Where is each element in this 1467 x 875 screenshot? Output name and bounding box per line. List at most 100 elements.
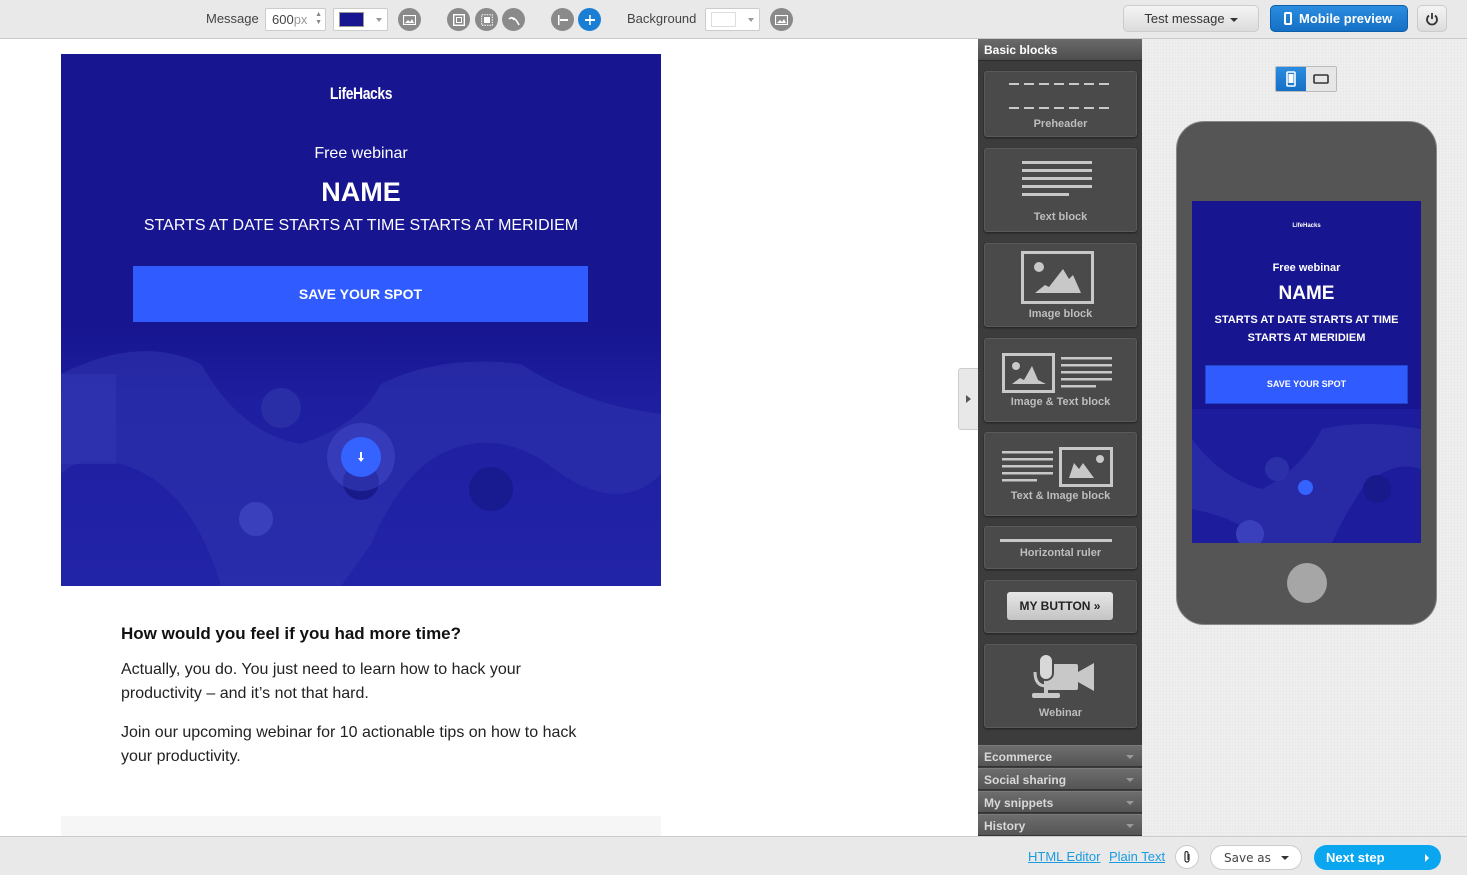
save-your-spot-button[interactable]: SAVE YOUR SPOT — [133, 266, 588, 322]
chevron-down-icon — [1126, 801, 1134, 805]
section-social-sharing[interactable]: Social sharing — [978, 768, 1142, 790]
message-color-picker[interactable] — [333, 8, 388, 31]
align-center-icon — [584, 14, 595, 25]
background-color-picker[interactable] — [705, 8, 760, 31]
power-icon — [1426, 12, 1438, 25]
basic-blocks-header[interactable]: Basic blocks — [978, 39, 1142, 61]
phone-screen: LifeHacks Free webinar NAME STARTS AT DA… — [1192, 201, 1421, 543]
block-text-image[interactable]: Text & Image block — [984, 432, 1137, 516]
background-label: Background — [627, 11, 697, 26]
section-ecommerce[interactable]: Ecommerce — [978, 745, 1142, 767]
section-my-snippets[interactable]: My snippets — [978, 791, 1142, 813]
preview-title: NAME — [1278, 283, 1335, 304]
border-inner-button[interactable] — [475, 8, 498, 31]
body-heading: How would you feel if you had more time? — [121, 624, 462, 643]
ruler-icon — [1000, 539, 1112, 542]
next-section-strip[interactable] — [61, 816, 661, 836]
preview-scroll-button — [1298, 480, 1313, 495]
phone-icon — [1284, 12, 1292, 25]
block-image[interactable]: Image block — [984, 243, 1137, 327]
image-text-icon — [1002, 353, 1112, 393]
chevron-down-icon — [1281, 856, 1289, 860]
block-text[interactable]: Text block — [984, 148, 1137, 232]
body-paragraph: Actually, you do. You just need to learn… — [121, 661, 521, 702]
orientation-toggle — [1275, 66, 1337, 92]
next-step-label: Next step — [1326, 850, 1385, 865]
border-inner-icon — [480, 13, 493, 26]
next-step-button[interactable]: Next step — [1314, 845, 1441, 870]
email-canvas: LifeHacks Free webinar NAME STARTS AT DA… — [0, 39, 978, 836]
top-toolbar: Message 600px ▲ ▼ Background Test message… — [0, 0, 1467, 39]
hero-section[interactable]: LifeHacks Free webinar NAME STARTS AT DA… — [61, 54, 661, 586]
scroll-down-button[interactable] — [341, 437, 381, 477]
section-label: Ecommerce — [984, 750, 1053, 764]
hero-title: NAME — [321, 177, 401, 207]
plain-text-link[interactable]: Plain Text — [1109, 849, 1165, 864]
border-outer-icon — [452, 13, 465, 26]
exit-button[interactable] — [1417, 5, 1447, 32]
chevron-down-icon — [748, 18, 754, 22]
portrait-button[interactable] — [1276, 67, 1306, 91]
block-image-text[interactable]: Image & Text block — [984, 338, 1137, 422]
width-stepper[interactable]: ▲ ▼ — [315, 11, 322, 27]
section-label: History — [984, 819, 1026, 833]
block-horizontal-ruler[interactable]: Horizontal ruler — [984, 526, 1137, 569]
preview-logo: LifeHacks — [1292, 223, 1321, 229]
paperclip-icon — [1184, 850, 1190, 863]
mobile-preview-label: Mobile preview — [1299, 11, 1393, 26]
align-center-button[interactable] — [578, 8, 601, 31]
test-message-button[interactable]: Test message — [1123, 5, 1259, 32]
caret-right-icon — [1425, 854, 1429, 862]
chevron-down-icon — [1126, 755, 1134, 759]
image-icon — [1021, 251, 1094, 304]
message-label: Message — [206, 11, 259, 26]
preheader-icon — [1009, 83, 1113, 109]
block-button[interactable]: MY BUTTON » — [984, 580, 1137, 633]
background-image-button[interactable] — [770, 8, 793, 31]
image-icon — [403, 14, 416, 25]
align-left-icon — [557, 14, 568, 25]
phone-landscape-icon — [1313, 74, 1329, 84]
chevron-down-icon — [1229, 17, 1238, 22]
block-label: Webinar — [1038, 707, 1083, 719]
block-preheader[interactable]: Preheader — [984, 71, 1137, 137]
chevron-down-icon — [1126, 778, 1134, 782]
section-history[interactable]: History — [978, 814, 1142, 836]
hero-datetime: STARTS AT DATE STARTS AT TIME STARTS AT … — [143, 217, 579, 234]
bottom-bar: HTML Editor Plain Text Save as Next step — [0, 836, 1467, 875]
mobile-preview-panel: LifeHacks Free webinar NAME STARTS AT DA… — [1142, 39, 1467, 836]
message-bg-image-button[interactable] — [398, 8, 421, 31]
block-webinar[interactable]: Webinar — [984, 644, 1137, 728]
webinar-camera-mic-icon — [1032, 654, 1094, 698]
body-paragraph: Join our upcoming webinar for 10 actiona… — [121, 724, 577, 765]
collapse-panel-toggle[interactable] — [958, 368, 978, 430]
width-unit: px — [293, 12, 308, 27]
save-as-dropdown[interactable]: Save as — [1210, 845, 1302, 870]
mobile-preview-button[interactable]: Mobile preview — [1270, 5, 1408, 32]
image-icon — [775, 14, 788, 25]
section-label: My snippets — [984, 796, 1054, 810]
preview-cta-button: SAVE YOUR SPOT — [1205, 365, 1408, 404]
width-value: 600 — [272, 12, 294, 27]
landscape-button[interactable] — [1306, 67, 1336, 91]
phone-frame: LifeHacks Free webinar NAME STARTS AT DA… — [1176, 121, 1437, 625]
html-editor-link[interactable]: HTML Editor — [1028, 849, 1100, 864]
body-text-block[interactable]: How would you feel if you had more time?… — [121, 624, 601, 784]
block-label: Preheader — [1033, 118, 1088, 130]
align-left-button[interactable] — [551, 8, 574, 31]
border-outer-button[interactable] — [447, 8, 470, 31]
background-color-swatch — [711, 12, 736, 27]
brand-logo: LifeHacks — [329, 84, 393, 103]
message-width-input[interactable]: 600px ▲ ▼ — [265, 8, 326, 31]
office-background-image — [1192, 409, 1421, 543]
message-color-swatch — [339, 12, 364, 27]
attachment-button[interactable] — [1175, 845, 1199, 869]
corner-radius-button[interactable] — [502, 8, 525, 31]
block-label: Horizontal ruler — [1019, 547, 1102, 559]
block-label: Text & Image block — [1010, 490, 1111, 502]
section-label: Social sharing — [984, 773, 1067, 787]
text-lines-icon — [1022, 161, 1092, 196]
phone-portrait-icon — [1286, 71, 1296, 87]
test-message-label: Test message — [1144, 11, 1225, 26]
block-label: Image block — [1028, 308, 1093, 320]
